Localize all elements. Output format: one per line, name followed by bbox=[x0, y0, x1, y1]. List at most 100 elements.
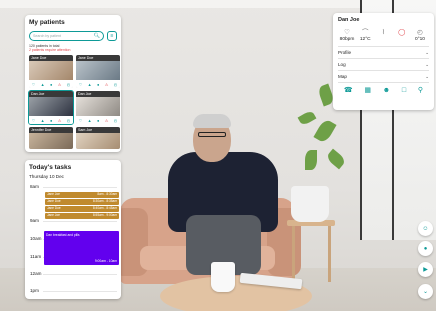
detail-patient-name: Dan Joe bbox=[338, 17, 360, 23]
tasks-panel: Today's tasks Thursday 10 Dec 8am 9am 10… bbox=[25, 160, 121, 299]
attention-notice: 2 patients require attention bbox=[29, 48, 71, 52]
hour-line bbox=[43, 187, 117, 188]
hour-label: 10am bbox=[30, 236, 42, 241]
phone-icon[interactable]: ☎ bbox=[344, 86, 353, 94]
task-item[interactable]: Jane Joe 8:55am - 9:00am bbox=[45, 213, 119, 219]
vital-value: 12°C bbox=[359, 37, 371, 42]
person-hair bbox=[193, 114, 231, 128]
task-label: Jane Joe bbox=[47, 213, 60, 217]
alert-icon: ⚠ bbox=[104, 81, 109, 87]
heart-icon: ♡ bbox=[31, 117, 36, 123]
patient-photo bbox=[29, 61, 73, 80]
task-time: 8:30am - 8:35am bbox=[92, 199, 117, 203]
hour-label: 8am bbox=[30, 184, 39, 189]
plant-leaf bbox=[305, 150, 317, 170]
patient-tile[interactable]: Dan Joe ♡ ▲ ● ⚠ ◴ bbox=[76, 91, 120, 124]
detail-sections: Profile ⌄ Log ⌄ Map ⌄ bbox=[338, 46, 429, 83]
patient-name: Jane Doe bbox=[29, 55, 73, 61]
drop-icon: ● bbox=[50, 81, 53, 87]
patients-panel: My patients Search by patient 🔍︎ ≡ 120 p… bbox=[25, 15, 121, 152]
patient-tile[interactable]: Jane Doe ♡ ▲ ● ⚠ ◴ bbox=[76, 55, 120, 88]
patient-status-icons: ♡ ▲ ● ⚠ ◴ bbox=[29, 80, 73, 88]
vital-alert: ◯ bbox=[393, 29, 411, 42]
section-label: Log bbox=[338, 62, 346, 67]
patient-name: Jane Doe bbox=[76, 55, 120, 61]
patient-tile[interactable]: Sam Joe bbox=[76, 127, 120, 149]
patient-tile[interactable]: Jennifer Doe bbox=[29, 127, 73, 149]
drop-icon: ● bbox=[97, 81, 100, 87]
thermometer-icon: ▲ bbox=[40, 81, 45, 87]
task-label: Jane Doe bbox=[47, 206, 61, 210]
patient-status-icons: ♡ ▲ ● ⚠ ◴ bbox=[76, 116, 120, 124]
section-log[interactable]: Log ⌄ bbox=[338, 59, 429, 71]
chevron-down-icon: ⌄ bbox=[422, 289, 429, 295]
clock-icon: ◴ bbox=[417, 29, 423, 36]
plant-leaf bbox=[325, 148, 347, 170]
map-icon[interactable]: ▦ bbox=[364, 86, 371, 94]
hour-line bbox=[43, 291, 117, 292]
patients-title: My patients bbox=[29, 19, 65, 26]
patient-photo bbox=[76, 133, 120, 149]
patient-photo bbox=[76, 61, 120, 80]
search-row: Search by patient 🔍︎ ≡ bbox=[29, 31, 117, 41]
heart-icon: ♡ bbox=[31, 81, 36, 87]
volume-button[interactable]: ▶ bbox=[418, 262, 433, 277]
heart-icon: ♡ bbox=[78, 117, 83, 123]
clock-icon: ◴ bbox=[113, 117, 118, 123]
section-map[interactable]: Map ⌄ bbox=[338, 71, 429, 83]
patient-name: Sam Joe bbox=[76, 127, 120, 133]
filter-icon: ≡ bbox=[110, 33, 114, 39]
hour-label: 12am bbox=[30, 271, 42, 276]
task-time: 8am - 8:30am bbox=[97, 192, 117, 196]
task-item[interactable]: Jane Doe 8:30am - 8:35am bbox=[45, 199, 119, 205]
vital-time: ◴ 0°10 bbox=[411, 29, 429, 42]
task-label: Dan breakfast and pills bbox=[46, 233, 80, 237]
search-icon[interactable]: ⚲ bbox=[418, 86, 423, 94]
chevron-down-icon: ⌄ bbox=[425, 49, 429, 55]
drop-icon: ⌇ bbox=[381, 29, 386, 36]
collapse-button[interactable]: ⌄ bbox=[418, 284, 433, 299]
patient-grid: Jane Doe ♡ ▲ ● ⚠ ◴ Jane Doe ♡ ▲ ● ⚠ ◴ Da… bbox=[28, 55, 120, 149]
stool-leg bbox=[292, 226, 295, 282]
clock-icon: ◴ bbox=[66, 81, 71, 87]
task-item[interactable]: Jane Doe 8:40am - 8:45am bbox=[45, 206, 119, 212]
patient-tile-selected[interactable]: Dan Joe ♡ ▲ ● ⚠ ◴ bbox=[28, 90, 74, 125]
drop-icon: ● bbox=[97, 117, 100, 123]
task-time: 9:00am - 10am bbox=[94, 259, 117, 263]
vital-value: 0°10 bbox=[415, 37, 425, 42]
search-placeholder: Search by patient bbox=[33, 34, 61, 38]
tasks-title: Today's tasks bbox=[29, 164, 72, 171]
microphone-button[interactable]: ● bbox=[418, 241, 433, 256]
patient-name: Jennifer Doe bbox=[29, 127, 73, 133]
task-item[interactable]: Jane Joe 8am - 8:30am bbox=[45, 192, 119, 198]
task-item-highlighted[interactable]: Dan breakfast and pills 9:00am - 10am bbox=[44, 231, 119, 265]
microphone-icon: ● bbox=[423, 245, 428, 252]
plant-leaf bbox=[313, 117, 337, 145]
people-icon: ☺ bbox=[422, 225, 429, 232]
patient-search-input[interactable]: Search by patient 🔍︎ bbox=[29, 31, 104, 41]
section-profile[interactable]: Profile ⌄ bbox=[338, 47, 429, 59]
drop-icon: ● bbox=[50, 117, 53, 123]
alert-icon: ⚠ bbox=[57, 81, 62, 87]
task-label: Jane Joe bbox=[47, 192, 60, 196]
plant-leaf bbox=[297, 109, 317, 127]
alert-icon: ⚠ bbox=[104, 117, 109, 123]
shield-alert-icon: ◯ bbox=[398, 29, 406, 36]
clock-icon: ◴ bbox=[66, 117, 71, 123]
people-button[interactable]: ☺ bbox=[418, 221, 433, 236]
plant-pot bbox=[291, 186, 329, 222]
filter-button[interactable]: ≡ bbox=[107, 31, 117, 41]
tasks-date: Thursday 10 Dec bbox=[29, 174, 64, 179]
hour-line bbox=[43, 221, 117, 222]
heart-icon: ♡ bbox=[344, 29, 350, 36]
clock-icon: ◴ bbox=[113, 81, 118, 87]
patient-tile[interactable]: Jane Doe ♡ ▲ ● ⚠ ◴ bbox=[29, 55, 73, 88]
thermometer-icon: ▲ bbox=[87, 117, 92, 123]
section-label: Profile bbox=[338, 50, 352, 55]
hour-label: 9am bbox=[30, 218, 39, 223]
patient-name: Dan Joe bbox=[76, 91, 120, 97]
chevron-down-icon: ⌄ bbox=[425, 73, 429, 79]
person-icon[interactable]: ☻ bbox=[383, 87, 390, 94]
document-icon[interactable]: □ bbox=[402, 87, 406, 94]
stool-leg bbox=[328, 226, 331, 282]
